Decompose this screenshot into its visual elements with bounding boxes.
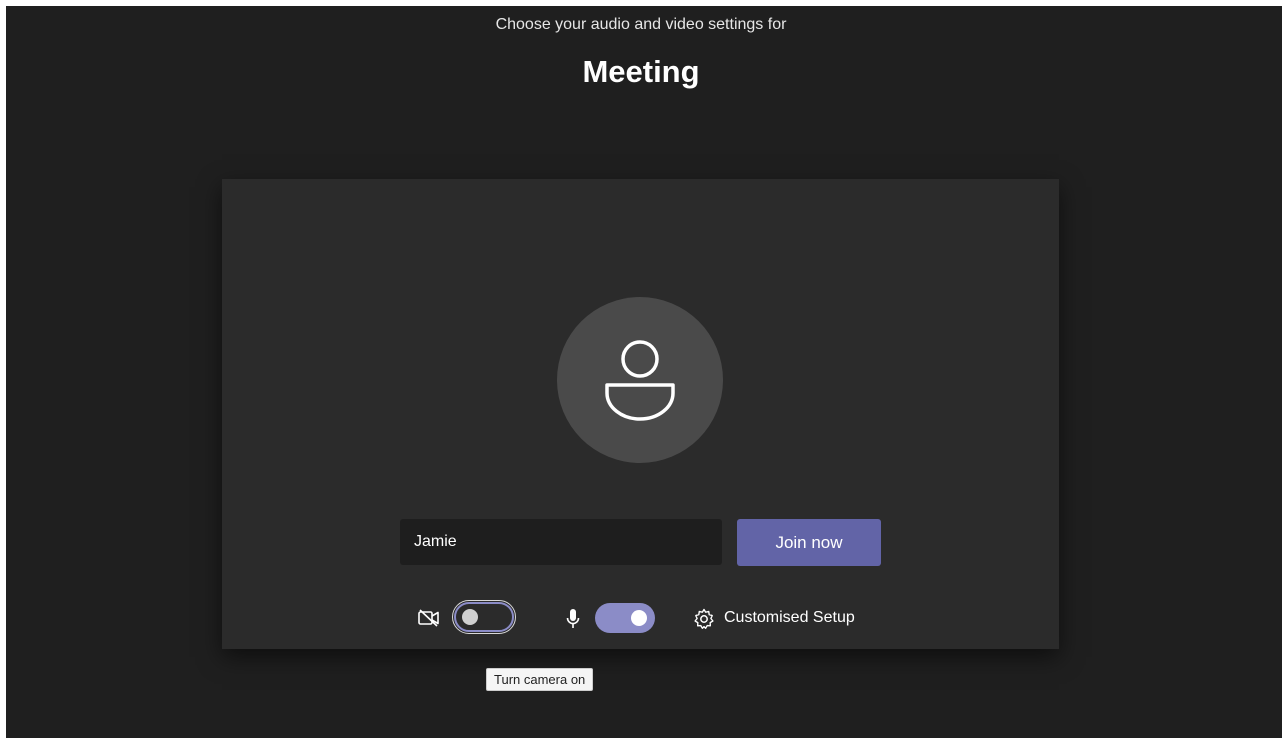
microphone-toggle-knob [631, 610, 647, 626]
avatar [557, 297, 723, 463]
camera-off-icon [417, 607, 441, 634]
customised-setup-link[interactable]: Customised Setup [724, 609, 855, 627]
meeting-title: Meeting [582, 54, 700, 89]
camera-toggle[interactable] [452, 600, 516, 634]
camera-tooltip: Turn camera on [486, 668, 594, 691]
name-input[interactable] [400, 519, 722, 565]
join-now-button[interactable]: Join now [737, 519, 881, 566]
device-controls: Customised Setup [222, 599, 1059, 639]
person-icon [605, 340, 675, 421]
microphone-toggle[interactable] [595, 603, 655, 633]
microphone-icon [565, 607, 581, 636]
gear-icon[interactable] [692, 607, 716, 636]
camera-toggle-knob [462, 609, 478, 625]
settings-subtitle: Choose your audio and video settings for [495, 16, 787, 33]
preview-panel: Join now [222, 179, 1059, 649]
prejoin-screen: Choose your audio and video settings for… [6, 6, 1282, 738]
